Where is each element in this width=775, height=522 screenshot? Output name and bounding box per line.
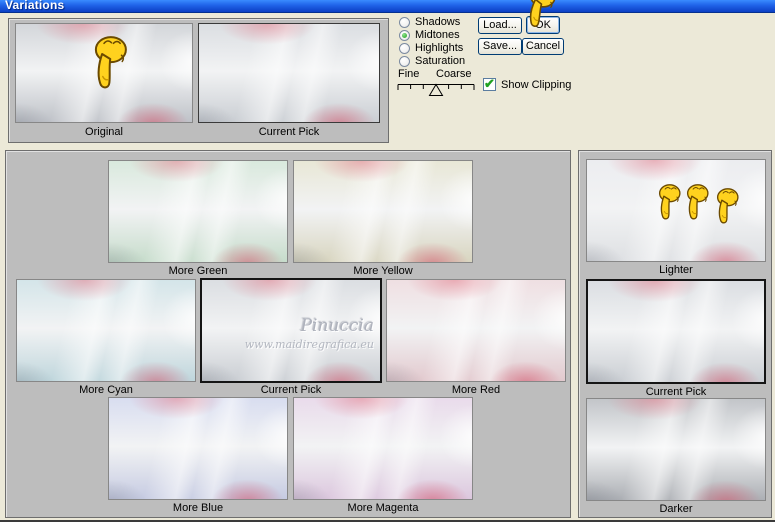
radio-highlights-label: Highlights — [415, 42, 464, 54]
hand-pointing-down-icon — [683, 182, 710, 224]
darker-label: Darker — [659, 503, 693, 515]
checkmark-icon: ✔ — [484, 76, 495, 91]
variation-current-pick[interactable]: Pinuccia www.maidiregrafica.eu — [200, 278, 382, 383]
more-green-label: More Green — [168, 265, 228, 277]
hand-pointing-down-icon — [521, 0, 558, 33]
variation-more-blue[interactable] — [108, 397, 288, 500]
current-pick-label-grid: Current Pick — [260, 384, 322, 396]
radio-shadows-icon[interactable] — [399, 17, 410, 28]
more-cyan-label: More Cyan — [79, 384, 133, 396]
preview-panel: Original Current Pick — [8, 18, 389, 143]
more-blue-label: More Blue — [172, 502, 224, 514]
more-magenta-label: More Magenta — [347, 502, 419, 514]
current-pick-label-right: Current Pick — [645, 386, 707, 398]
current-pick-label-top: Current Pick — [258, 126, 320, 138]
radio-saturation-label: Saturation — [415, 55, 466, 67]
radio-midtones-icon[interactable] — [399, 30, 410, 41]
slider-thumb-triangle — [428, 83, 444, 96]
variations-dialog: Variations Original Current Pick Shadows… — [0, 0, 775, 522]
variation-more-yellow[interactable] — [293, 160, 473, 263]
variation-more-green[interactable] — [108, 160, 288, 263]
cancel-button[interactable]: Cancel — [522, 38, 564, 55]
watermark-url: www.maidiregrafica.eu — [244, 338, 374, 351]
variation-lighter[interactable] — [586, 159, 766, 262]
titlebar[interactable]: Variations — [0, 0, 775, 13]
watermark-name: Pinuccia — [300, 316, 374, 336]
variation-more-red[interactable] — [386, 279, 566, 382]
hand-pointing-down-icon — [89, 35, 129, 93]
show-clipping-checkbox[interactable]: ✔ — [483, 76, 496, 91]
more-yellow-label: More Yellow — [353, 265, 413, 277]
save-button[interactable]: Save... — [478, 38, 522, 55]
original-label: Original — [85, 126, 123, 138]
brightness-panel: Lighter Current Pick Darker — [578, 150, 772, 518]
current-pick-thumbnail-top[interactable] — [198, 23, 380, 123]
slider-fine-label: Fine — [398, 68, 420, 80]
radio-highlights-icon[interactable] — [399, 43, 410, 54]
hand-pointing-down-icon — [713, 186, 740, 228]
variation-more-magenta[interactable] — [293, 397, 473, 500]
radio-midtones-label: Midtones — [415, 29, 460, 41]
load-button[interactable]: Load... — [478, 17, 522, 34]
show-clipping-label: Show Clipping — [501, 79, 572, 91]
variation-more-cyan[interactable] — [16, 279, 196, 382]
radio-saturation-icon[interactable] — [399, 56, 410, 67]
variation-darker[interactable] — [586, 398, 766, 501]
slider-coarse-label: Coarse — [436, 68, 472, 80]
more-red-label: More Red — [451, 384, 501, 396]
lighter-label: Lighter — [659, 264, 693, 276]
watermark: Pinuccia www.maidiregrafica.eu — [245, 316, 374, 351]
variation-grid-panel: More Green More Yellow More Cyan Pinucci… — [5, 150, 571, 518]
window-title: Variations — [5, 0, 65, 12]
hand-pointing-down-icon — [655, 182, 682, 224]
current-pick-thumbnail-right[interactable] — [586, 279, 766, 384]
fine-coarse-slider[interactable] — [397, 80, 475, 97]
radio-shadows-label: Shadows — [415, 16, 461, 28]
